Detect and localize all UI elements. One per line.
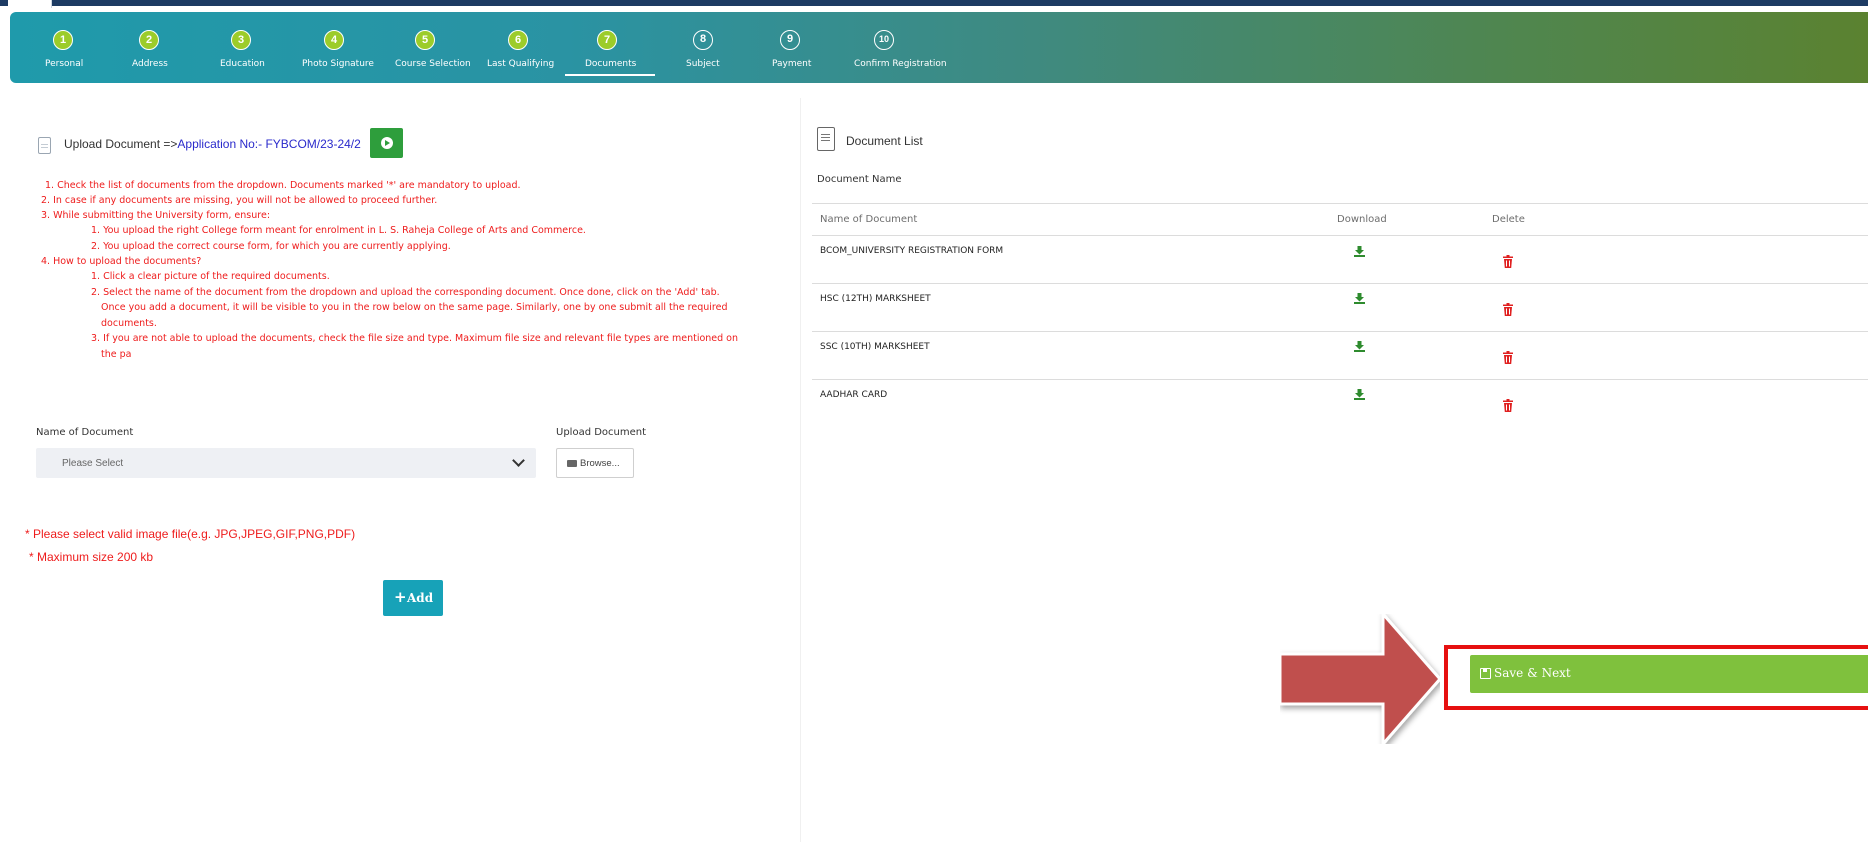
instruction-line: 1. You upload the right College form mea… xyxy=(91,225,586,236)
trash-icon[interactable] xyxy=(1503,255,1513,268)
upload-document-title: Upload Document =>Application No:- FYBCO… xyxy=(64,137,361,151)
divider xyxy=(812,379,1868,380)
instruction-line: 3. While submitting the University form,… xyxy=(41,210,271,221)
instruction-line: 3. If you are not able to upload the doc… xyxy=(91,333,739,344)
column-header-download: Download xyxy=(1337,214,1387,225)
document-list-title: Document List xyxy=(846,134,923,148)
column-header-delete: Delete xyxy=(1492,214,1525,225)
upload-title-prefix: Upload Document => xyxy=(64,137,178,151)
step-number: 8 xyxy=(693,30,713,50)
folder-icon xyxy=(567,460,577,467)
step-number: 9 xyxy=(780,30,800,50)
step-subject[interactable]: 8 Subject xyxy=(680,12,720,83)
save-and-next-label: Save & Next xyxy=(1494,666,1571,680)
browse-button[interactable]: Browse... xyxy=(556,448,634,478)
step-label: Last Qualifying xyxy=(487,59,555,69)
save-and-next-button[interactable]: Save & Next xyxy=(1470,655,1868,693)
instruction-line: 1. Click a clear picture of the required… xyxy=(91,271,330,282)
top-border xyxy=(0,0,1868,6)
active-step-underline xyxy=(565,74,655,76)
document-row-name: BCOM_UNIVERSITY REGISTRATION FORM xyxy=(820,246,1004,256)
download-icon[interactable] xyxy=(1354,341,1365,352)
step-number: 10 xyxy=(874,30,894,50)
document-row-name: AADHAR CARD xyxy=(820,390,888,400)
step-number: 4 xyxy=(324,30,344,50)
step-confirm-registration[interactable]: 10 Confirm Registration xyxy=(850,12,960,83)
receipt-icon xyxy=(817,127,835,151)
trash-icon[interactable] xyxy=(1503,351,1513,364)
step-photo-signature[interactable]: 4 Photo Signature xyxy=(302,12,392,83)
divider xyxy=(812,331,1868,332)
step-number: 1 xyxy=(53,30,73,50)
step-label: Education xyxy=(220,59,265,69)
play-icon xyxy=(381,137,393,149)
trash-icon[interactable] xyxy=(1503,303,1513,316)
step-payment[interactable]: 9 Payment xyxy=(770,12,812,83)
add-button[interactable]: + Add xyxy=(383,580,443,616)
plus-icon: + xyxy=(394,588,407,606)
step-address[interactable]: 2 Address xyxy=(132,12,172,83)
instruction-line: 1. Check the list of documents from the … xyxy=(45,180,521,191)
step-course-selection[interactable]: 5 Course Selection xyxy=(395,12,475,83)
file-type-note: * Please select valid image file(e.g. JP… xyxy=(25,527,356,541)
top-tab xyxy=(8,0,52,8)
step-label: Photo Signature xyxy=(302,59,374,69)
column-header-name: Name of Document xyxy=(820,214,918,225)
instruction-line: 2. You upload the correct course form, f… xyxy=(91,241,451,252)
document-icon xyxy=(38,137,51,154)
download-icon[interactable] xyxy=(1354,246,1365,257)
download-icon[interactable] xyxy=(1354,293,1365,304)
step-education[interactable]: 3 Education xyxy=(220,12,270,83)
step-number: 3 xyxy=(231,30,251,50)
divider xyxy=(812,203,1868,204)
divider xyxy=(812,283,1868,284)
step-last-qualifying[interactable]: 6 Last Qualifying xyxy=(487,12,557,83)
browse-label: Browse... xyxy=(580,458,620,469)
chevron-down-icon xyxy=(512,454,525,467)
divider xyxy=(812,235,1868,236)
registration-steps-bar: 1 Personal 2 Address 3 Education 4 Photo… xyxy=(10,12,1868,83)
instruction-line: 4. How to upload the documents? xyxy=(41,256,202,267)
step-personal[interactable]: 1 Personal xyxy=(45,12,85,83)
step-documents[interactable]: 7 Documents xyxy=(565,12,655,83)
step-label: Confirm Registration xyxy=(854,59,947,69)
application-number: Application No:- FYBCOM/23-24/2 xyxy=(177,137,361,151)
file-size-note: * Maximum size 200 kb xyxy=(29,550,154,564)
play-guide-button[interactable] xyxy=(370,128,403,158)
step-number: 2 xyxy=(139,30,159,50)
instruction-line: Once you add a document, it will be visi… xyxy=(101,302,728,313)
instruction-line: 2. In case if any documents are missing,… xyxy=(41,195,438,206)
upload-document-label: Upload Document xyxy=(556,427,647,438)
select-placeholder: Please Select xyxy=(62,458,124,469)
save-icon xyxy=(1480,668,1491,679)
trash-icon[interactable] xyxy=(1503,399,1513,412)
step-number: 5 xyxy=(415,30,435,50)
document-row-name: HSC (12TH) MARKSHEET xyxy=(820,294,931,304)
step-label: Personal xyxy=(45,59,84,69)
add-label: Add xyxy=(407,591,434,605)
download-icon[interactable] xyxy=(1354,389,1365,400)
step-label: Course Selection xyxy=(395,59,471,69)
instruction-line: documents. xyxy=(101,318,157,329)
document-name-select[interactable]: Please Select xyxy=(36,448,536,478)
step-label: Payment xyxy=(772,59,812,69)
document-row-name: SSC (10TH) MARKSHEET xyxy=(820,342,930,352)
name-of-document-label: Name of Document xyxy=(36,427,134,438)
step-label: Subject xyxy=(686,59,720,69)
instruction-line: 2. Select the name of the document from … xyxy=(91,287,720,298)
document-name-label: Document Name xyxy=(817,174,902,185)
step-number: 7 xyxy=(597,30,617,50)
step-number: 6 xyxy=(508,30,528,50)
step-label: Address xyxy=(132,59,168,69)
step-label: Documents xyxy=(585,59,637,69)
pointer-arrow-icon xyxy=(1280,614,1440,744)
instruction-line: the pa xyxy=(101,349,132,360)
